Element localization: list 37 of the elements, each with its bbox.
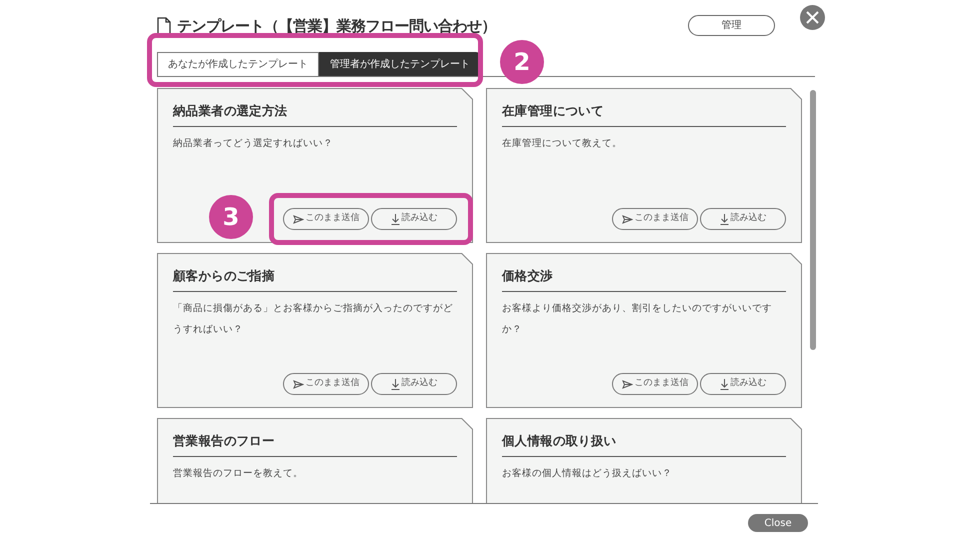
scrollbar[interactable] <box>810 90 816 350</box>
card-title: 価格交渉 <box>502 268 786 292</box>
load-button[interactable]: 読み込む <box>371 208 457 230</box>
card-text: 営業報告のフローを教えて。 <box>173 467 304 481</box>
download-icon <box>720 214 728 224</box>
card-title: 在庫管理について <box>502 103 786 127</box>
send-button[interactable]: このまま送信 <box>612 208 698 230</box>
document-icon <box>157 17 171 35</box>
send-icon <box>292 380 304 388</box>
send-button[interactable]: このまま送信 <box>612 373 698 395</box>
manage-button[interactable]: 管理 <box>688 15 775 36</box>
load-button[interactable]: 読み込む <box>371 373 457 395</box>
card-text: 納品業者ってどう選定すればいい？ <box>173 137 334 151</box>
tab[interactable]: あなたが作成したテンプレート <box>157 52 319 76</box>
load-button[interactable]: 読み込む <box>700 208 786 230</box>
card-title: 個人情報の取り扱い <box>502 433 786 457</box>
card-text: 在庫管理について教えて。 <box>502 137 623 151</box>
close-button[interactable]: Close <box>748 514 808 532</box>
close-icon <box>806 11 819 24</box>
download-icon <box>720 378 728 390</box>
send-icon <box>622 380 632 388</box>
send-button[interactable]: このまま送信 <box>283 373 369 395</box>
card-title: 顧客からのご指摘 <box>173 268 457 292</box>
card-text: 「商品に損傷がある」とお客様からご指摘が入ったのですがどうすればいい？ <box>173 302 454 337</box>
send-icon <box>292 214 304 224</box>
send-icon <box>622 214 632 224</box>
card-text: お客様の個人情報はどう扱えばいい？ <box>502 467 673 481</box>
load-button[interactable]: 読み込む <box>700 373 786 395</box>
download-icon <box>390 378 400 390</box>
send-button[interactable]: このまま送信 <box>283 208 369 230</box>
card-title: 営業報告のフロー <box>173 433 457 457</box>
close-button[interactable] <box>800 5 825 30</box>
download-icon <box>390 214 400 224</box>
tab[interactable]: 管理者が作成したテンプレート <box>319 52 481 76</box>
card-text: お客様より価格交渉があり、割引をしたいのですがいいですか？ <box>502 302 773 337</box>
callout-number: 2 <box>500 40 544 84</box>
card-title: 納品業者の選定方法 <box>173 103 457 127</box>
